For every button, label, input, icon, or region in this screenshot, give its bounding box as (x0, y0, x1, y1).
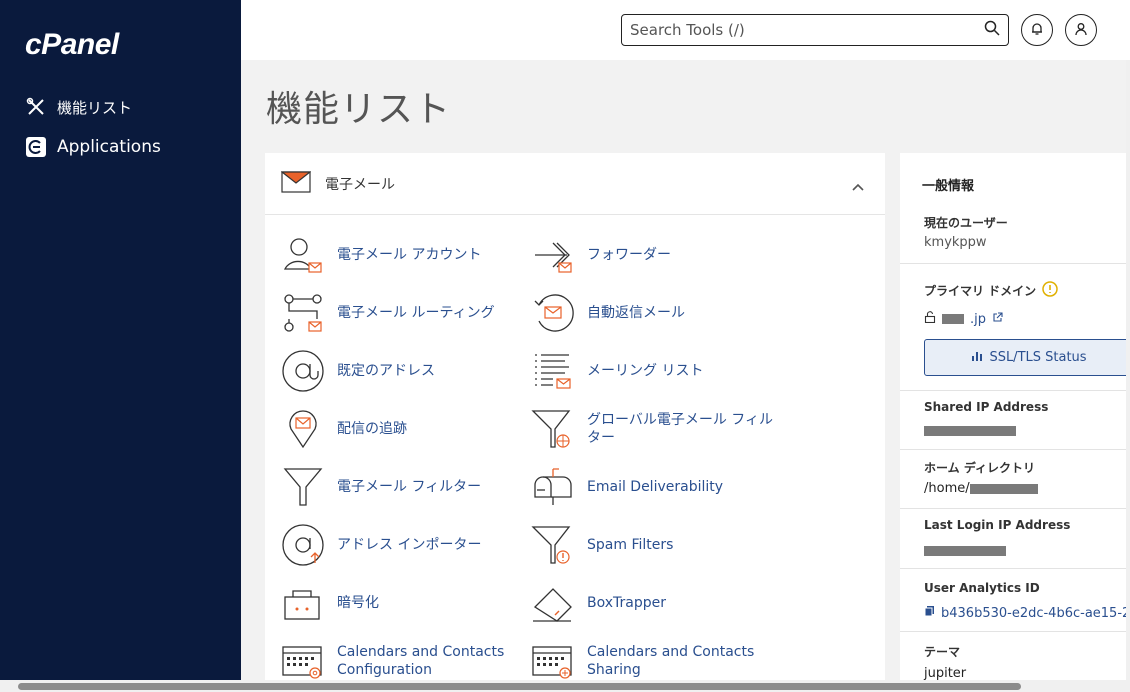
user-analytics-section: User Analytics ID b436b530-e2dc-4b6c-ae1… (900, 569, 1130, 632)
search-icon[interactable] (984, 20, 1000, 40)
bell-icon (1030, 21, 1044, 40)
ssl-tls-status-button[interactable]: SSL/TLS Status (924, 339, 1130, 376)
analytics-id-value[interactable]: b436b530-e2dc-4b6c-ae15-2 (924, 605, 1130, 621)
home-directory-section: ホーム ディレクトリ /home/ (900, 450, 1130, 509)
user-icon (1074, 21, 1088, 40)
tool-spam-filters[interactable]: Spam Filters (531, 523, 781, 567)
user-menu-button[interactable] (1065, 14, 1097, 46)
calendars-config-icon (282, 646, 322, 679)
sidebar-item-tools[interactable]: 機能リスト (25, 96, 132, 118)
sidebar-item-label: 機能リスト (57, 98, 133, 117)
general-info-panel: 一般情報 現在のユーザー kmykppw プライマリ ドメイン .jp SSL/… (900, 153, 1130, 680)
email-panel-header[interactable]: 電子メール (265, 153, 885, 215)
tool-address-importer[interactable]: アドレス インポーター (281, 523, 531, 567)
top-header (241, 0, 1130, 60)
tool-default-address[interactable]: 既定のアドレス (281, 349, 531, 393)
mailing-lists-icon (535, 354, 571, 389)
tool-autoresponders[interactable]: 自動返信メール (531, 291, 781, 335)
email-routing-icon (284, 294, 322, 332)
copy-icon[interactable] (924, 605, 935, 621)
email-panel: 電子メール 電子メール アカウント フォワーダー 電子メール ルーティング 自動… (265, 153, 885, 680)
email-deliverability-icon (534, 468, 572, 505)
cpanel-logo[interactable]: cPanel (25, 28, 119, 62)
tool-track-delivery[interactable]: 配信の追跡 (281, 407, 531, 451)
primary-domain-value[interactable]: .jp (924, 311, 1003, 327)
track-delivery-icon (289, 410, 317, 449)
tools-icon (25, 96, 47, 118)
global-email-filters-icon (531, 410, 571, 448)
search-input[interactable] (630, 21, 984, 39)
current-user-value: kmykppw (924, 235, 987, 250)
tool-global-email-filters[interactable]: グローバル電子メール フィルター (531, 407, 781, 451)
shared-ip-section: Shared IP Address (900, 391, 1130, 450)
warning-icon[interactable] (1042, 281, 1058, 300)
theme-section: テーマ jupiter (924, 645, 967, 680)
bar-chart-icon (971, 350, 983, 366)
sidebar-item-label: Applications (57, 137, 161, 157)
unlock-icon (924, 311, 936, 327)
sidebar-item-applications[interactable]: Applications (25, 136, 161, 158)
notifications-button[interactable] (1021, 14, 1053, 46)
sidebar: cPanel 機能リスト Applications (0, 0, 241, 692)
autoresponders-icon (534, 294, 574, 332)
external-link-icon[interactable] (992, 311, 1003, 327)
current-user-section: 現在のユーザー kmykppw (900, 153, 1130, 264)
address-importer-icon (282, 524, 324, 566)
tool-email-routing[interactable]: 電子メール ルーティング (281, 291, 531, 335)
tool-calendars-sharing[interactable]: Calendars and Contacts Sharing (531, 639, 781, 680)
last-login-ip-section: Last Login IP Address (900, 509, 1130, 569)
tool-boxtrapper[interactable]: BoxTrapper (531, 581, 781, 625)
applications-icon (25, 136, 47, 158)
forwarders-icon (535, 242, 572, 273)
page-title: 機能リスト (266, 89, 452, 130)
tool-mailing-lists[interactable]: メーリング リスト (531, 349, 781, 393)
boxtrapper-icon (533, 588, 572, 622)
email-panel-title: 電子メール (325, 176, 395, 193)
default-address-icon (282, 350, 324, 392)
chevron-up-icon[interactable] (851, 177, 865, 196)
tool-email-accounts[interactable]: 電子メール アカウント (281, 233, 531, 277)
tool-encryption[interactable]: 暗号化 (281, 581, 531, 625)
tool-email-filters[interactable]: 電子メール フィルター (281, 465, 531, 509)
tool-calendars-config[interactable]: Calendars and Contacts Configuration (281, 639, 531, 680)
encryption-icon (284, 590, 320, 620)
calendars-sharing-icon (532, 646, 572, 679)
email-filters-icon (283, 468, 323, 506)
spam-filters-icon (531, 526, 571, 564)
horizontal-scrollbar-thumb[interactable] (18, 683, 1021, 690)
tool-email-deliverability[interactable]: Email Deliverability (531, 465, 781, 509)
email-accounts-icon (283, 238, 322, 273)
search-box[interactable] (621, 14, 1009, 46)
vertical-scrollbar[interactable] (1126, 60, 1130, 680)
envelope-icon (280, 170, 312, 197)
horizontal-scrollbar[interactable] (0, 680, 1130, 692)
tool-forwarders[interactable]: フォワーダー (531, 233, 781, 277)
